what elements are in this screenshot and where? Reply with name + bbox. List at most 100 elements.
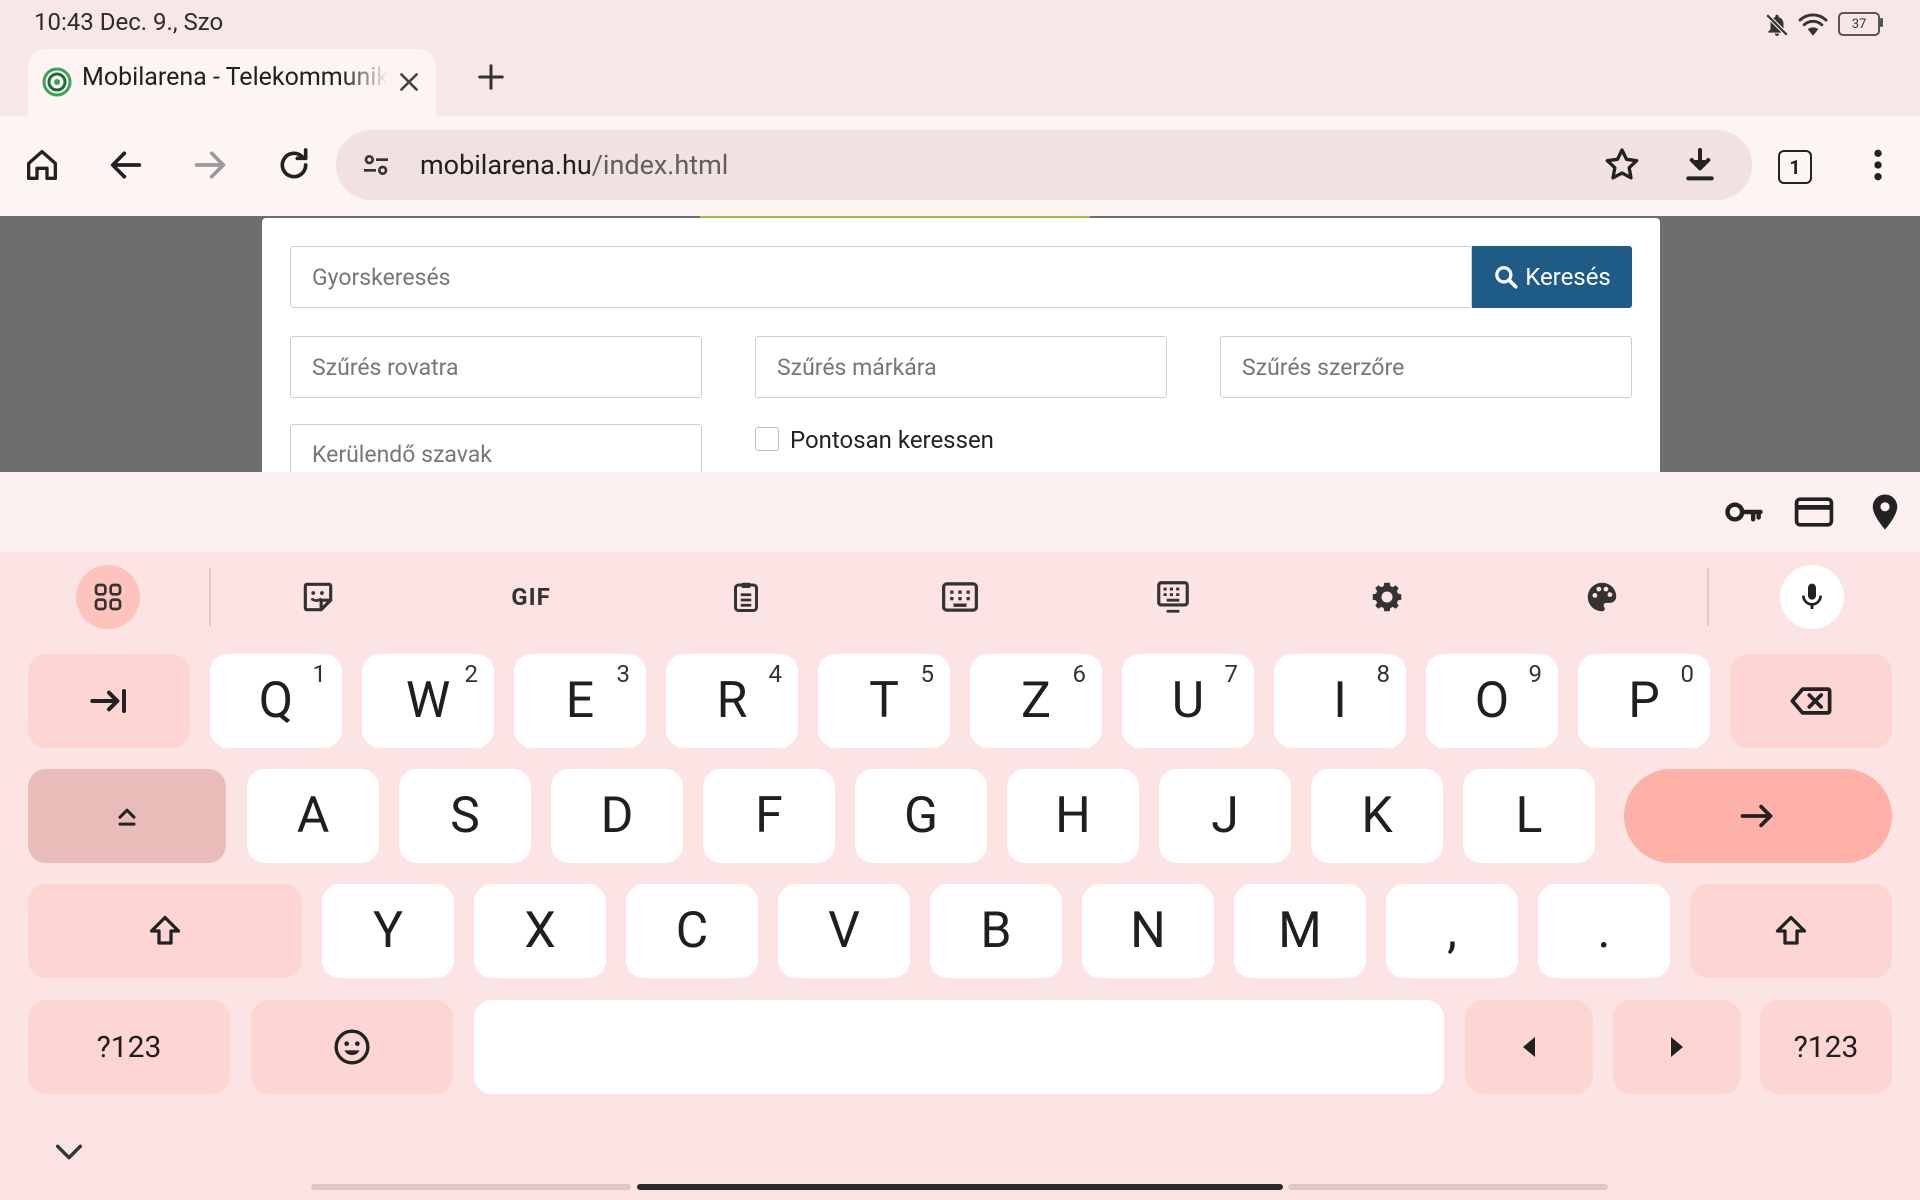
- browser-tab[interactable]: Mobilarena - Telekommunikáció: [28, 49, 436, 117]
- search-icon: [1495, 266, 1518, 289]
- credit-card-icon[interactable]: [1792, 490, 1836, 534]
- key-d[interactable]: D: [551, 769, 683, 863]
- search-button-label: Keresés: [1525, 263, 1611, 291]
- key-n[interactable]: N: [1082, 884, 1214, 978]
- bookmark-star-icon[interactable]: [1602, 145, 1642, 185]
- sticker-icon: [303, 582, 333, 612]
- navigation-handle[interactable]: [637, 1184, 1283, 1190]
- key-y[interactable]: Y: [322, 884, 454, 978]
- key-w[interactable]: W2: [362, 654, 494, 748]
- shift-left-key[interactable]: [28, 884, 302, 978]
- gif-button[interactable]: GIF: [499, 565, 563, 629]
- key-x[interactable]: X: [474, 884, 606, 978]
- tab-key[interactable]: [28, 654, 190, 748]
- key-h[interactable]: H: [1007, 769, 1139, 863]
- one-handed-keyboard-button[interactable]: [928, 565, 992, 629]
- theme-button[interactable]: [1570, 565, 1634, 629]
- key-j[interactable]: J: [1159, 769, 1291, 863]
- key-v[interactable]: V: [778, 884, 910, 978]
- back-icon[interactable]: [106, 145, 146, 185]
- key-hint: 0: [1680, 660, 1695, 688]
- key-g[interactable]: G: [855, 769, 987, 863]
- exclude-words-input[interactable]: Kerülendő szavak: [290, 424, 702, 472]
- symbols-left-key[interactable]: ?123: [28, 1000, 230, 1094]
- location-pin-icon[interactable]: [1864, 490, 1906, 534]
- key-r[interactable]: R4: [666, 654, 798, 748]
- filter-author-input[interactable]: Szűrés szerzőre: [1220, 336, 1632, 398]
- home-icon[interactable]: [22, 145, 62, 185]
- backspace-icon: [1790, 687, 1832, 715]
- keyboard-icon: [1157, 581, 1189, 613]
- backspace-key[interactable]: [1730, 654, 1892, 748]
- key-a[interactable]: A: [247, 769, 379, 863]
- key-t[interactable]: T5: [818, 654, 950, 748]
- new-tab-icon[interactable]: [476, 62, 506, 92]
- emoji-key[interactable]: [251, 1000, 453, 1094]
- battery-icon: 37: [1838, 12, 1880, 36]
- tab-title: Mobilarena - Telekommunikáció: [82, 63, 388, 92]
- key-label: Q: [258, 672, 294, 730]
- key-f[interactable]: F: [703, 769, 835, 863]
- quick-search-input[interactable]: Gyorskeresés: [290, 246, 1472, 308]
- address-bar[interactable]: mobilarena.hu/index.html: [336, 130, 1752, 200]
- key-label: Z: [1021, 672, 1051, 730]
- key-o[interactable]: O9: [1426, 654, 1558, 748]
- key-period[interactable]: .: [1538, 884, 1670, 978]
- apps-grid-button[interactable]: [76, 565, 140, 629]
- filter-brand-input[interactable]: Szűrés márkára: [755, 336, 1167, 398]
- caps-lock-key[interactable]: [28, 769, 226, 863]
- forward-icon[interactable]: [190, 145, 230, 185]
- filter-section-input[interactable]: Szűrés rovatra: [290, 336, 702, 398]
- key-l[interactable]: L: [1463, 769, 1595, 863]
- clipboard-icon: [734, 582, 758, 612]
- cursor-left-key[interactable]: [1465, 1000, 1593, 1094]
- key-comma[interactable]: ,: [1386, 884, 1518, 978]
- key-u[interactable]: U7: [1122, 654, 1254, 748]
- key-k[interactable]: K: [1311, 769, 1443, 863]
- key-c[interactable]: C: [626, 884, 758, 978]
- key-b[interactable]: B: [930, 884, 1062, 978]
- key-label: T: [869, 672, 899, 730]
- clipboard-button[interactable]: [714, 565, 778, 629]
- key-e[interactable]: E3: [514, 654, 646, 748]
- caps-lock-icon: [118, 808, 136, 826]
- floating-keyboard-button[interactable]: [1141, 565, 1205, 629]
- toolbar-divider: [209, 568, 211, 626]
- more-options-icon[interactable]: [1862, 145, 1894, 185]
- tab-switcher-button[interactable]: 1: [1778, 150, 1812, 184]
- key-q[interactable]: Q1: [210, 654, 342, 748]
- key-hint: 2: [464, 660, 479, 688]
- voice-input-button[interactable]: [1780, 565, 1844, 629]
- key-label: E: [565, 672, 595, 730]
- shift-right-key[interactable]: [1690, 884, 1892, 978]
- emoji-icon: [334, 1029, 370, 1065]
- key-m[interactable]: M: [1234, 884, 1366, 978]
- key-s[interactable]: S: [399, 769, 531, 863]
- site-settings-icon[interactable]: [360, 149, 392, 181]
- key-p[interactable]: P0: [1578, 654, 1710, 748]
- key-hint: 5: [920, 660, 935, 688]
- key-hint: 7: [1224, 660, 1239, 688]
- close-tab-icon[interactable]: [396, 69, 422, 95]
- space-key[interactable]: [474, 1000, 1444, 1094]
- key-label: O: [1474, 672, 1510, 730]
- download-icon[interactable]: [1680, 145, 1720, 185]
- wifi-icon: [1797, 11, 1829, 37]
- filter-author-placeholder: Szűrés szerzőre: [1242, 353, 1405, 381]
- key-i[interactable]: I8: [1274, 654, 1406, 748]
- enter-key[interactable]: [1624, 769, 1892, 863]
- key-label: I: [1333, 672, 1347, 730]
- sticker-button[interactable]: [286, 565, 350, 629]
- settings-button[interactable]: [1355, 565, 1419, 629]
- key-icon[interactable]: [1722, 490, 1766, 534]
- chevron-down-icon[interactable]: [52, 1140, 86, 1164]
- search-button[interactable]: Keresés: [1472, 246, 1632, 308]
- reload-icon[interactable]: [274, 145, 314, 185]
- symbols-right-key[interactable]: ?123: [1760, 1000, 1892, 1094]
- exact-match-checkbox[interactable]: [755, 427, 779, 451]
- key-label: U: [1171, 672, 1205, 730]
- url-host: mobilarena.hu: [420, 149, 592, 181]
- key-z[interactable]: Z6: [970, 654, 1102, 748]
- cursor-right-key[interactable]: [1613, 1000, 1741, 1094]
- key-hint: 3: [616, 660, 631, 688]
